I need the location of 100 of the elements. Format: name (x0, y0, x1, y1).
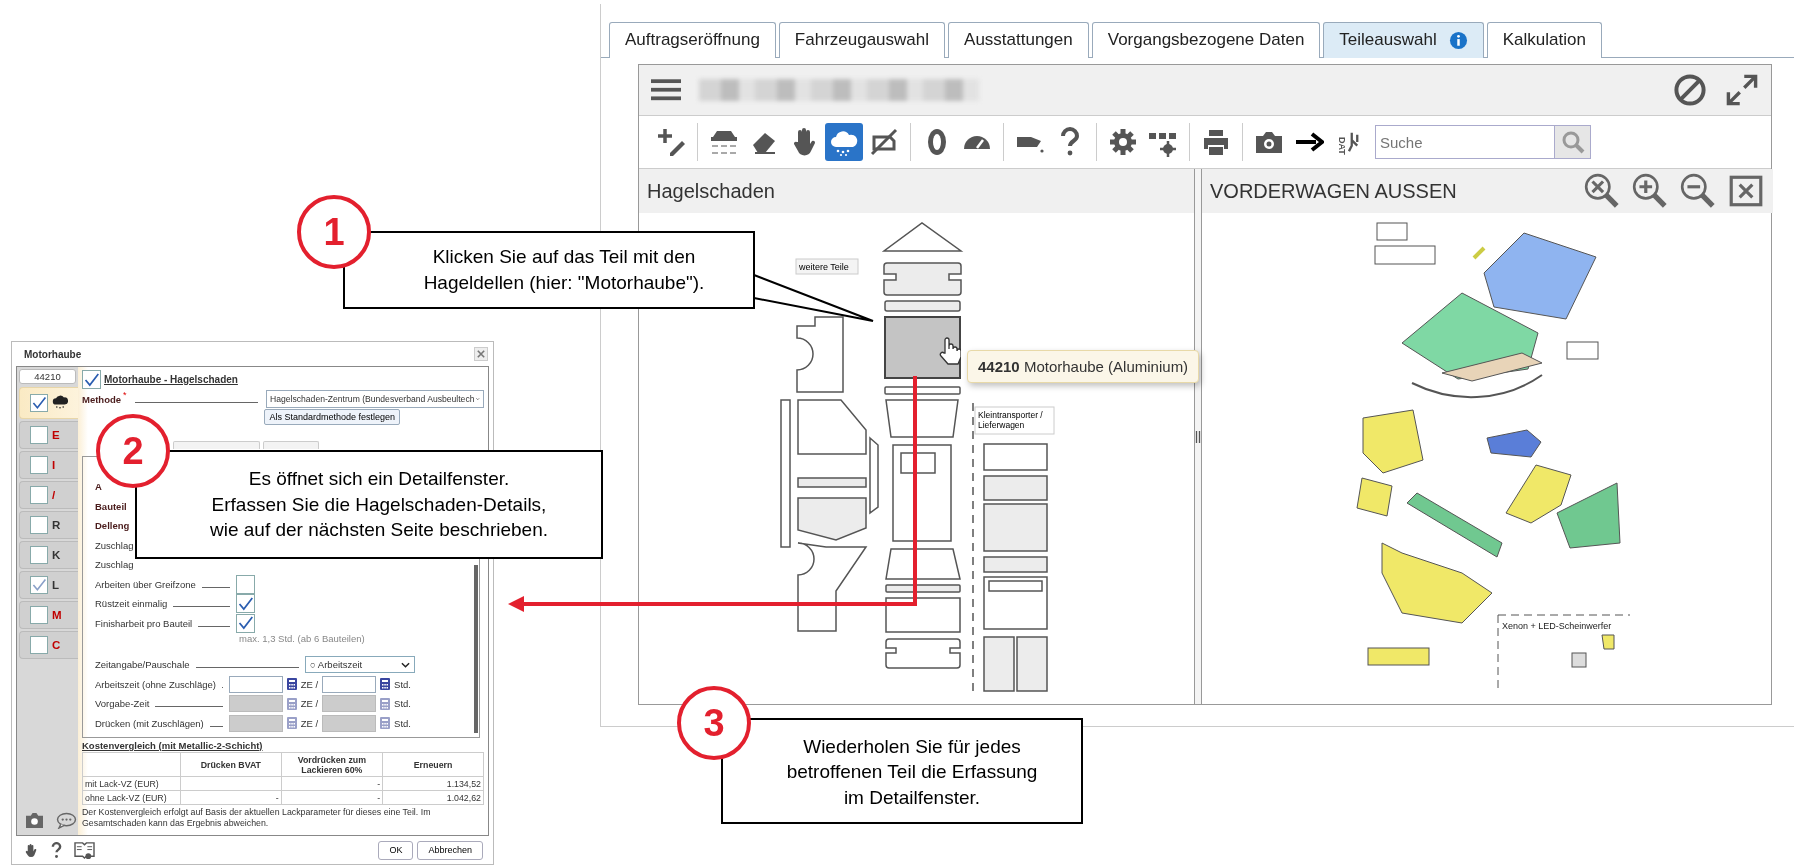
calculator-icon[interactable] (379, 677, 392, 692)
body-panel[interactable] (983, 443, 1048, 471)
part-tooltip: 44210 Motorhaube (Aluminium) (967, 350, 1200, 383)
tab-letter: I (52, 459, 56, 471)
door-panel[interactable] (983, 636, 1015, 692)
checkbox[interactable] (30, 394, 48, 412)
tab[interactable]: Kalkulation (1486, 22, 1602, 58)
body-panel[interactable] (797, 477, 867, 488)
calculator-icon[interactable] (285, 677, 298, 692)
checkbox[interactable] (30, 456, 48, 474)
zoom-fit-icon[interactable] (1583, 172, 1621, 210)
tab-letter: M (52, 609, 62, 621)
rear-window-panel[interactable] (885, 548, 961, 580)
front-arrow-icon (881, 222, 964, 252)
body-panel[interactable] (885, 584, 961, 593)
fender-panel[interactable] (796, 316, 844, 393)
body-panel[interactable] (983, 556, 1048, 573)
checkbox[interactable] (30, 606, 48, 624)
section-heading: Kostenvergleich (mit Metallic-2-Schicht) (82, 740, 264, 751)
tab-letter: C (52, 639, 61, 651)
tab[interactable]: Ausstattungen (948, 22, 1089, 58)
unit-label: ZE / (300, 698, 319, 710)
checkbox[interactable] (236, 613, 255, 633)
roof-panel[interactable] (892, 444, 952, 542)
tab-letter: / (52, 489, 56, 501)
time-input[interactable] (322, 675, 377, 693)
body-panel[interactable] (884, 300, 961, 312)
side-tab[interactable]: / (19, 481, 78, 509)
side-tab[interactable]: M (19, 601, 78, 629)
column-header: Erneuern (382, 752, 484, 777)
book-icon[interactable] (74, 840, 95, 860)
hand-icon[interactable] (24, 842, 39, 858)
body-panel[interactable] (883, 262, 962, 296)
tab[interactable]: Vorgangsbezogene Daten (1091, 22, 1321, 58)
door-panel[interactable] (1016, 636, 1048, 692)
dialog-button[interactable]: Abbrechen (417, 840, 483, 860)
group-label: Xenon + LED-Scheinwerfer (1502, 621, 1612, 631)
checkbox[interactable] (30, 576, 48, 594)
trunk-panel[interactable] (885, 597, 961, 633)
help-icon[interactable] (51, 841, 62, 859)
checkbox[interactable] (30, 426, 48, 444)
hail-icon (52, 395, 68, 411)
pillar-panel[interactable] (869, 436, 879, 515)
body-panel[interactable] (884, 386, 961, 395)
search-field[interactable]: Suche (1375, 125, 1555, 159)
zoom-in-icon[interactable] (1631, 172, 1669, 210)
side-tab[interactable]: E (19, 421, 78, 449)
field-label: Finisharbeit pro Bauteil (95, 617, 193, 629)
side-tab[interactable]: K (19, 541, 78, 569)
pane-title: Hagelschaden (647, 179, 775, 203)
checkbox[interactable] (82, 370, 101, 389)
expand-icon[interactable] (1725, 73, 1759, 107)
tab[interactable]: Teileauswahl (1323, 22, 1484, 58)
scrollbar[interactable] (474, 565, 478, 733)
field-label: Methode (82, 393, 122, 405)
sill-panel[interactable] (780, 399, 791, 548)
checkbox[interactable] (30, 516, 48, 534)
cancel-icon[interactable] (1673, 73, 1707, 107)
drag-handle-icon[interactable] (1195, 430, 1201, 443)
field-label: Zuschlag (95, 539, 134, 551)
unit-label: ZE / (300, 717, 319, 729)
door-panel[interactable] (797, 399, 867, 455)
tab[interactable]: Auftragseröffnung (609, 22, 776, 58)
hail-icon[interactable] (825, 123, 863, 161)
time-input[interactable] (228, 675, 283, 693)
checkbox[interactable] (30, 546, 48, 564)
menu-icon[interactable] (651, 77, 681, 103)
hood-panel[interactable] (884, 316, 961, 379)
side-tab[interactable] (19, 387, 78, 419)
checkbox[interactable] (30, 486, 48, 504)
camera-icon[interactable] (25, 812, 44, 829)
body-panel[interactable] (983, 503, 1048, 552)
body-panel[interactable] (983, 576, 1048, 630)
required-mark: * (123, 390, 127, 400)
checkbox[interactable] (30, 636, 48, 654)
windshield-panel[interactable] (885, 399, 959, 438)
side-tab[interactable]: C (19, 631, 78, 659)
method-dropdown[interactable]: Hagelschaden-Zentrum (Bundesverband Ausbeultech (266, 390, 484, 408)
body-panel[interactable] (983, 475, 1048, 501)
dat-button[interactable]: DAT (1330, 123, 1368, 161)
time-type-dropdown[interactable]: ○ Arbeitszeit (305, 656, 415, 674)
checkbox[interactable] (236, 574, 255, 594)
field-label: Rüstzeit einmalig (95, 598, 168, 610)
tab-letter: E (52, 429, 60, 441)
side-tab[interactable]: R (19, 511, 78, 539)
tab[interactable]: Fahrzeugauswahl (778, 22, 946, 58)
dialog-button[interactable]: OK (378, 840, 414, 860)
info-icon (1448, 30, 1468, 50)
label-tag: weitere Teile (795, 258, 859, 275)
part-number-field[interactable]: 44210 (19, 369, 76, 384)
unit-label: ZE / (300, 678, 319, 690)
close-button[interactable] (474, 347, 488, 361)
side-tab[interactable]: L (19, 571, 78, 599)
side-tab[interactable]: I (19, 451, 78, 479)
side-panel[interactable] (797, 542, 867, 632)
comment-icon[interactable] (56, 812, 77, 829)
set-default-button[interactable]: Als Standardmethode festlegen (264, 409, 400, 425)
body-panel[interactable] (885, 638, 961, 669)
zoom-out-icon[interactable] (1679, 172, 1717, 210)
checkbox[interactable] (236, 594, 255, 614)
